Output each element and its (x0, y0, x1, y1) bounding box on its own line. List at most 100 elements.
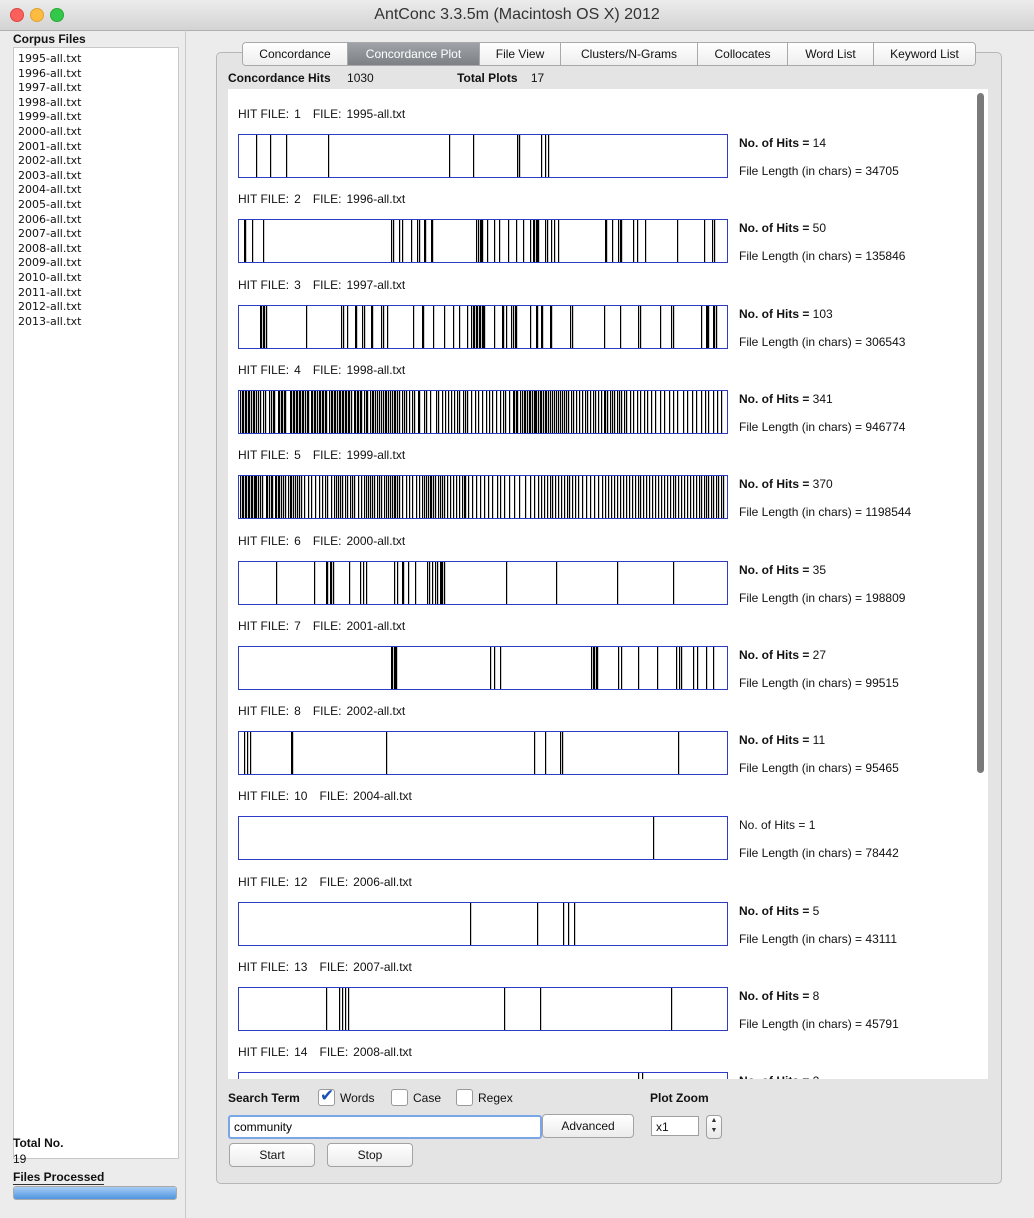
corpus-file-item[interactable]: 1998-all.txt (14, 96, 178, 111)
hit-marker (251, 390, 253, 433)
corpus-file-item[interactable]: 2005-all.txt (14, 198, 178, 213)
hit-marker (612, 220, 614, 263)
regex-checkbox-box[interactable] (456, 1089, 473, 1106)
hit-marker (308, 476, 310, 519)
tab-concordance[interactable]: Concordance (243, 43, 348, 65)
words-checkbox-box[interactable] (318, 1086, 335, 1106)
file-length: File Length (in chars) = 99515 (739, 676, 899, 690)
corpus-file-item[interactable]: 2009-all.txt (14, 256, 178, 271)
hit-marker (423, 305, 425, 348)
corpus-file-item[interactable]: 2003-all.txt (14, 169, 178, 184)
hit-marker (712, 220, 714, 263)
corpus-file-item[interactable]: 2011-all.txt (14, 286, 178, 301)
hit-marker (336, 476, 338, 519)
tab-file-view[interactable]: File View (480, 43, 561, 65)
plot-strip[interactable] (238, 134, 728, 178)
hit-marker (293, 476, 295, 519)
tab-concordance-plot[interactable]: Concordance Plot (348, 43, 480, 65)
corpus-file-item[interactable]: 2004-all.txt (14, 183, 178, 198)
tab-collocates[interactable]: Collocates (698, 43, 788, 65)
plot-strip[interactable] (238, 645, 728, 690)
file-length: File Length (in chars) = 95465 (739, 761, 899, 775)
corpus-file-item[interactable]: 1996-all.txt (14, 67, 178, 82)
corpus-file-item[interactable]: 1999-all.txt (14, 110, 178, 125)
corpus-file-item[interactable]: 2008-all.txt (14, 242, 178, 257)
case-checkbox-box[interactable] (391, 1089, 408, 1106)
corpus-file-item[interactable]: 2007-all.txt (14, 227, 178, 242)
plot-strip[interactable] (238, 901, 728, 946)
tab-keyword-list[interactable]: Keyword List (874, 43, 975, 65)
case-checkbox[interactable]: Case (391, 1089, 441, 1106)
hit-marker (348, 988, 350, 1030)
tab-word-list[interactable]: Word List (788, 43, 874, 65)
hit-marker (377, 390, 379, 433)
hit-marker (612, 390, 614, 433)
corpus-file-item[interactable]: 2006-all.txt (14, 213, 178, 228)
hit-marker (258, 476, 260, 519)
plot-strip[interactable] (238, 389, 728, 434)
plot-strip[interactable] (238, 987, 728, 1031)
plot-strip[interactable] (238, 731, 728, 776)
corpus-file-item[interactable]: 2002-all.txt (14, 154, 178, 169)
plot-strip[interactable] (238, 560, 728, 605)
hit-marker (323, 390, 325, 433)
panel-divider[interactable] (185, 30, 186, 1218)
hit-marker (604, 305, 606, 348)
hit-marker (617, 390, 619, 433)
tab-clusters-n-grams[interactable]: Clusters/N-Grams (561, 43, 698, 65)
search-term-input[interactable] (228, 1115, 542, 1139)
concordance-plot-area[interactable]: HIT FILE: 1 FILE: 1995-all.txt No. of Hits =… (228, 89, 988, 1079)
no-of-hits: No. of Hits = 1 (739, 818, 815, 832)
start-button[interactable]: Start (229, 1143, 315, 1167)
hit-marker (541, 390, 543, 433)
corpus-file-list[interactable]: 1995-all.txt 1996-all.txt 1997-all.txt 1998… (13, 47, 179, 1159)
plot-strip[interactable] (238, 219, 728, 264)
hit-marker (624, 390, 626, 433)
hit-marker (364, 390, 366, 433)
hit-marker (256, 135, 258, 177)
hit-marker (397, 390, 399, 433)
hit-marker (363, 561, 365, 604)
hit-marker (538, 220, 540, 263)
hit-marker (696, 476, 698, 519)
corpus-file-item[interactable]: 2000-all.txt (14, 125, 178, 140)
hit-marker (468, 476, 470, 519)
plot-zoom-label: Plot Zoom (650, 1091, 709, 1105)
hit-marker (621, 390, 623, 433)
hit-marker (558, 476, 560, 519)
file-label: FILE: (312, 704, 342, 719)
hit-marker (362, 305, 364, 348)
regex-checkbox[interactable]: Regex (456, 1089, 513, 1106)
hit-marker (249, 390, 251, 433)
total-plots-value: 17 (530, 71, 545, 85)
plot-strip[interactable] (238, 816, 728, 861)
hit-marker (640, 476, 642, 519)
file-name: 2002-all.txt (346, 704, 406, 719)
advanced-button[interactable]: Advanced (542, 1114, 634, 1138)
words-checkbox[interactable]: Words (318, 1086, 374, 1106)
plot-scrollbar[interactable] (977, 93, 984, 773)
hit-file-label: HIT FILE: (238, 874, 290, 889)
no-of-hits-value: 27 (812, 647, 827, 662)
hit-marker (561, 476, 563, 519)
hit-file-number: 8 (294, 704, 301, 719)
corpus-file-item[interactable]: 2010-all.txt (14, 271, 178, 286)
file-length-value: 78442 (865, 846, 899, 861)
plot-zoom-stepper[interactable]: ▲ ▼ (706, 1115, 722, 1139)
corpus-file-item[interactable]: 2013-all.txt (14, 315, 178, 330)
hit-marker (264, 305, 266, 348)
hit-marker (509, 390, 511, 433)
plot-zoom-field[interactable]: x1 (651, 1116, 699, 1136)
plot-strip[interactable] (238, 475, 728, 520)
hit-marker (486, 390, 488, 433)
corpus-file-item[interactable]: 1997-all.txt (14, 81, 178, 96)
corpus-file-item[interactable]: 2001-all.txt (14, 140, 178, 155)
corpus-file-item[interactable]: 2012-all.txt (14, 300, 178, 315)
hit-marker (433, 305, 435, 348)
concordance-hits-value: 1030 (347, 71, 374, 85)
plot-strip[interactable] (238, 1072, 728, 1079)
stop-button[interactable]: Stop (327, 1143, 413, 1167)
corpus-file-item[interactable]: 1995-all.txt (14, 52, 178, 67)
no-of-hits-label: No. of Hits = (739, 391, 813, 406)
plot-strip[interactable] (238, 304, 728, 349)
